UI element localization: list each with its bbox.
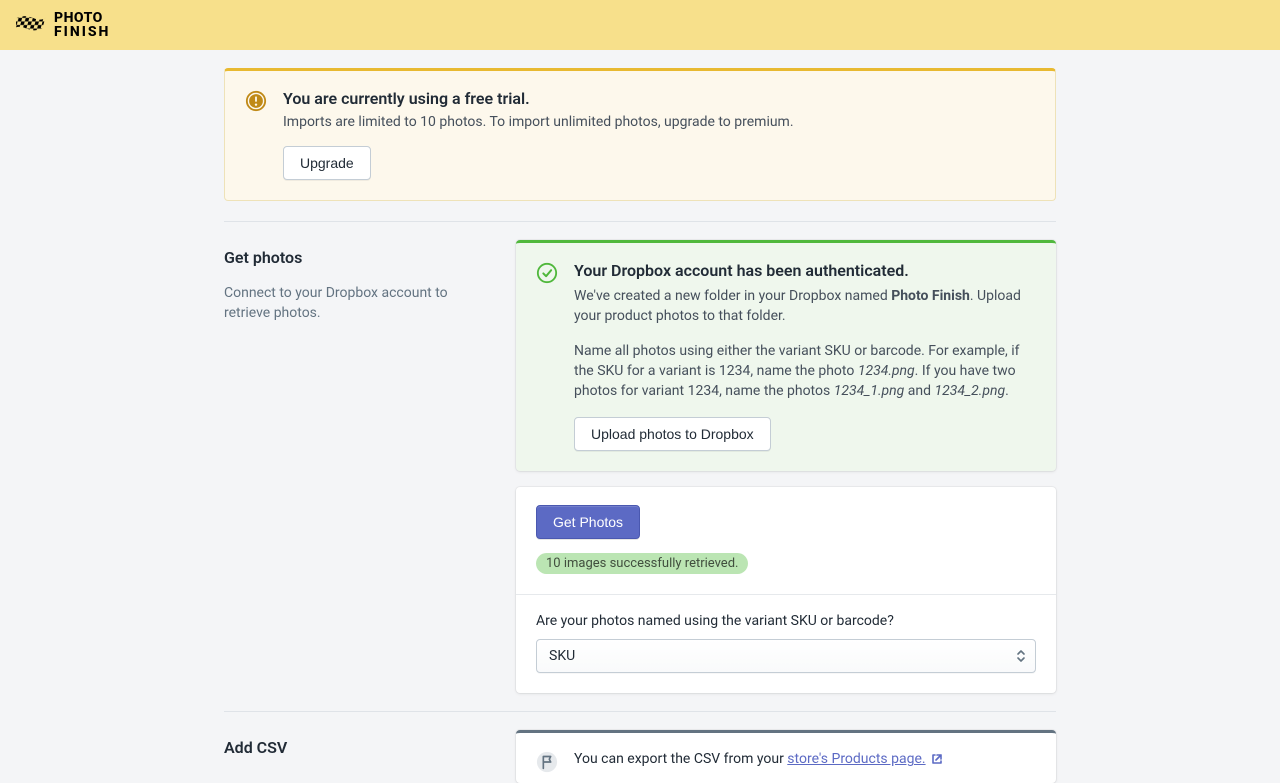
- naming-scheme-select[interactable]: SKU: [536, 639, 1036, 673]
- warning-icon: [245, 90, 267, 112]
- get-photos-heading: Get photos: [224, 248, 496, 267]
- products-page-link[interactable]: store's Products page.: [787, 751, 925, 767]
- upload-to-dropbox-button[interactable]: Upload photos to Dropbox: [574, 417, 771, 451]
- csv-info-banner: You can export the CSV from your store's…: [516, 730, 1056, 783]
- flag-info-icon: [536, 751, 558, 773]
- naming-question-label: Are your photos named using the variant …: [536, 613, 1036, 629]
- external-link-icon: [931, 753, 943, 765]
- dropbox-auth-banner: Your Dropbox account has been authentica…: [516, 240, 1056, 471]
- get-photos-description: Connect to your Dropbox account to retri…: [224, 283, 496, 324]
- retrieval-status-badge: 10 images successfully retrieved.: [536, 553, 748, 574]
- trial-banner-body: Imports are limited to 10 photos. To imp…: [283, 114, 794, 130]
- brand-logo[interactable]: PHOTO FINISH: [16, 11, 110, 39]
- get-photos-section: Get photos Connect to your Dropbox accou…: [224, 222, 1056, 693]
- dropbox-banner-title: Your Dropbox account has been authentica…: [574, 261, 1036, 280]
- csv-info-text: You can export the CSV from your store's…: [574, 751, 943, 773]
- success-check-icon: [536, 262, 558, 284]
- trial-banner-title: You are currently using a free trial.: [283, 89, 794, 108]
- dropbox-banner-p2: Name all photos using either the variant…: [574, 341, 1036, 402]
- add-csv-section: Add CSV You can export the CSV from your…: [224, 712, 1056, 783]
- add-csv-heading: Add CSV: [224, 738, 496, 757]
- flag-icon: [16, 14, 48, 36]
- brand-text: PHOTO FINISH: [54, 11, 110, 39]
- page-content: You are currently using a free trial. Im…: [224, 50, 1056, 783]
- topbar: PHOTO FINISH: [0, 0, 1280, 50]
- dropbox-banner-p1: We've created a new folder in your Dropb…: [574, 286, 1036, 327]
- get-photos-button[interactable]: Get Photos: [536, 505, 640, 539]
- get-photos-card: Get Photos 10 images successfully retrie…: [516, 487, 1056, 693]
- upgrade-button[interactable]: Upgrade: [283, 146, 371, 180]
- trial-banner: You are currently using a free trial. Im…: [224, 68, 1056, 201]
